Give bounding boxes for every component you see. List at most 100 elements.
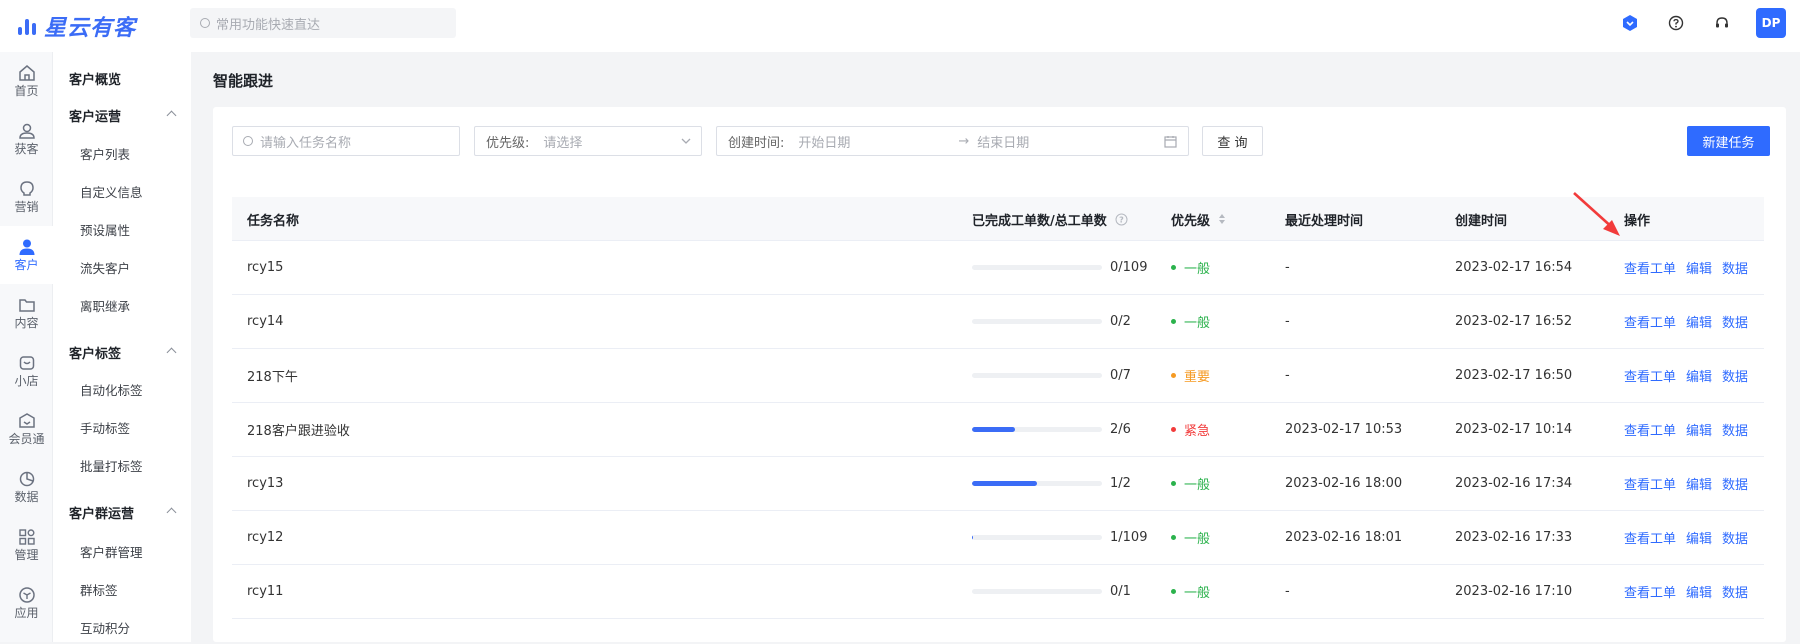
submenu-preset-attrs[interactable]: 预设属性: [53, 212, 191, 246]
submenu-label: 客户运营: [69, 109, 122, 125]
view-orders-link[interactable]: 查看工单: [1624, 258, 1676, 277]
priority-placeholder: 请选择: [543, 135, 583, 151]
view-orders-link[interactable]: 查看工单: [1624, 312, 1676, 331]
progress-ratio: 0/1: [1110, 584, 1131, 599]
task-name-search-input[interactable]: 请输入任务名称: [232, 126, 460, 156]
col-priority[interactable]: 优先级: [1171, 197, 1226, 241]
view-orders-link[interactable]: 查看工单: [1624, 420, 1676, 439]
data-link[interactable]: 数据: [1722, 582, 1748, 601]
progress-cell: 0/2: [972, 295, 1131, 348]
query-button[interactable]: 查 询: [1202, 126, 1263, 156]
submenu-customer-list[interactable]: 客户列表: [53, 136, 191, 170]
rail-label: 营销: [14, 199, 39, 214]
last-processed-cell: 2023-02-17 10:53: [1285, 422, 1403, 437]
task-name-cell: rcy14: [247, 314, 284, 329]
created-time-cell: 2023-02-16 17:33: [1455, 530, 1573, 545]
priority-dot-icon: [1171, 265, 1176, 270]
help-icon[interactable]: [1666, 13, 1686, 33]
task-name-cell: rcy11: [247, 584, 284, 599]
data-link[interactable]: 数据: [1722, 258, 1748, 277]
rail-item-data[interactable]: 数据: [0, 458, 53, 516]
shield-icon[interactable]: [1620, 13, 1640, 33]
submenu-custom-info[interactable]: 自定义信息: [53, 174, 191, 208]
view-orders-link[interactable]: 查看工单: [1624, 582, 1676, 601]
task-name-cell: 218客户跟进验收: [247, 424, 350, 439]
col-task-name: 任务名称: [247, 213, 300, 229]
help-icon[interactable]: ?: [1115, 213, 1128, 226]
priority-dot-icon: [1171, 535, 1176, 540]
edit-link[interactable]: 编辑: [1686, 366, 1712, 385]
priority-cell: 重要: [1171, 349, 1210, 402]
rail-item-customer[interactable]: 客户: [0, 226, 53, 284]
submenu-label: 客户概览: [69, 72, 122, 88]
global-search-input[interactable]: 常用功能快速直达: [190, 8, 456, 38]
progress-bar: [972, 535, 1102, 540]
chevron-up-icon: [166, 347, 177, 358]
edit-link[interactable]: 编辑: [1686, 312, 1712, 331]
submenu-resign-inherit[interactable]: 离职继承: [53, 288, 191, 322]
rail-item-home[interactable]: 首页: [0, 52, 53, 110]
rail-label: 获客: [14, 141, 39, 156]
svg-text:?: ?: [1119, 215, 1124, 224]
avatar[interactable]: DP: [1756, 8, 1786, 38]
rail-label: 首页: [14, 83, 39, 98]
actions-cell: 查看工单 编辑 数据: [1624, 241, 1758, 294]
submenu-batch-tags[interactable]: 批量打标签: [53, 448, 191, 482]
customer-submenu: 客户概览 客户运营 客户列表 自定义信息 预设属性 流失客户 离职继承 客户标签…: [53, 52, 191, 642]
annotation-arrow-icon: [1573, 192, 1620, 236]
rail-item-member[interactable]: 会员通: [0, 400, 53, 458]
progress-cell: 2/6: [972, 403, 1131, 456]
priority-cell: 一般: [1171, 295, 1210, 348]
brand-logo[interactable]: 星云有客: [16, 10, 136, 42]
progress-cell: 1/109: [972, 511, 1147, 564]
primary-nav-rail: 首页 获客 营销 客户 内容 小店 会员通 数据 管理 应用: [0, 52, 53, 642]
view-orders-link[interactable]: 查看工单: [1624, 366, 1676, 385]
submenu-overview[interactable]: 客户概览: [53, 61, 191, 95]
edit-link[interactable]: 编辑: [1686, 474, 1712, 493]
last-processed-cell: -: [1285, 260, 1290, 275]
submenu-group-ops[interactable]: 客户运营: [53, 98, 191, 132]
progress-bar: [972, 481, 1102, 486]
cube-icon: [18, 586, 35, 603]
actions-cell: 查看工单 编辑 数据: [1624, 349, 1758, 402]
rail-item-manage[interactable]: 管理: [0, 516, 53, 574]
edit-link[interactable]: 编辑: [1686, 528, 1712, 547]
progress-bar: [972, 319, 1102, 324]
submenu-group-manage[interactable]: 客户群管理: [53, 534, 191, 568]
view-orders-link[interactable]: 查看工单: [1624, 528, 1676, 547]
submenu-group-tags-item[interactable]: 群标签: [53, 572, 191, 606]
edit-link[interactable]: 编辑: [1686, 420, 1712, 439]
view-orders-link[interactable]: 查看工单: [1624, 474, 1676, 493]
actions-cell: 查看工单 编辑 数据: [1624, 295, 1758, 348]
data-link[interactable]: 数据: [1722, 312, 1748, 331]
logo-mark-icon: [16, 15, 38, 37]
created-date-range-picker[interactable]: 创建时间: 开始日期 → 结束日期: [716, 126, 1189, 156]
rail-item-marketing[interactable]: 营销: [0, 168, 53, 226]
new-task-button[interactable]: 新建任务: [1687, 126, 1770, 156]
data-link[interactable]: 数据: [1722, 528, 1748, 547]
rail-item-content[interactable]: 内容: [0, 284, 53, 342]
data-link[interactable]: 数据: [1722, 366, 1748, 385]
edit-link[interactable]: 编辑: [1686, 582, 1712, 601]
user-add-icon: [18, 123, 35, 139]
data-link[interactable]: 数据: [1722, 420, 1748, 439]
actions-cell: 查看工单 编辑 数据: [1624, 403, 1758, 456]
priority-label: 一般: [1184, 316, 1211, 331]
sort-icon[interactable]: [1218, 213, 1226, 225]
submenu-manual-tags[interactable]: 手动标签: [53, 410, 191, 444]
rail-item-shop[interactable]: 小店: [0, 342, 53, 400]
submenu-group-groups[interactable]: 客户群运营: [53, 495, 191, 529]
progress-ratio: 0/2: [1110, 314, 1131, 329]
data-link[interactable]: 数据: [1722, 474, 1748, 493]
headset-icon[interactable]: [1712, 13, 1732, 33]
rail-item-acquire[interactable]: 获客: [0, 110, 53, 168]
submenu-lost-customers[interactable]: 流失客户: [53, 250, 191, 284]
folder-icon: [18, 298, 35, 312]
submenu-auto-tags[interactable]: 自动化标签: [53, 372, 191, 406]
priority-select[interactable]: 优先级: 请选择: [474, 126, 702, 156]
rail-item-apps[interactable]: 应用: [0, 574, 53, 632]
rail-label: 内容: [14, 315, 39, 330]
submenu-group-tags[interactable]: 客户标签: [53, 335, 191, 369]
submenu-points[interactable]: 互动积分: [53, 610, 191, 644]
edit-link[interactable]: 编辑: [1686, 258, 1712, 277]
